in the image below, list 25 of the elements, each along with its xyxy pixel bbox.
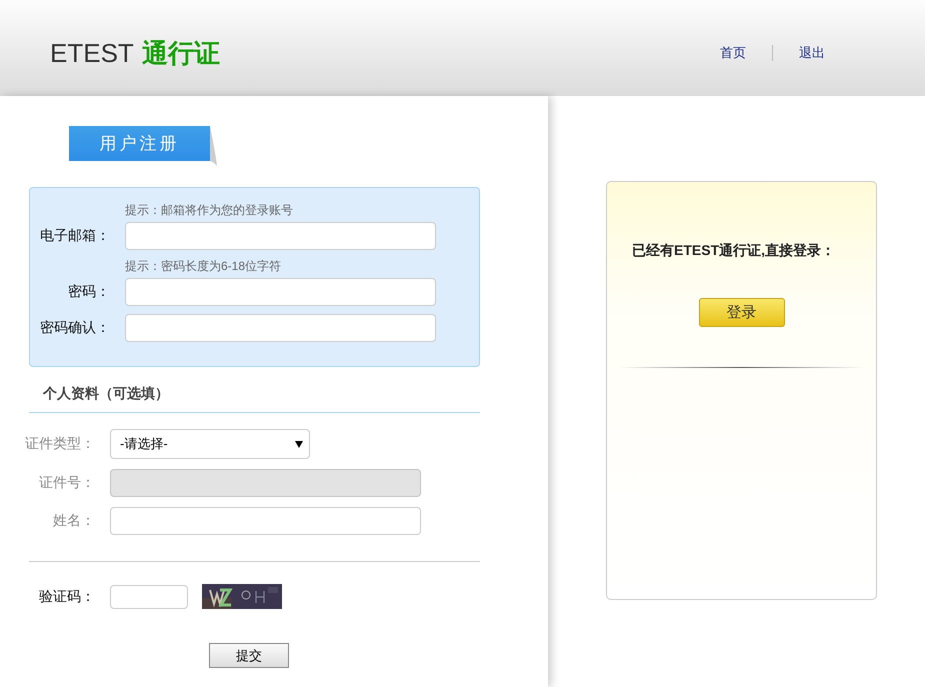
login-button[interactable]: 登录 xyxy=(698,298,784,327)
captcha-field[interactable] xyxy=(110,584,188,608)
field-label: 密码： xyxy=(67,283,110,301)
field-label: 电子邮箱： xyxy=(39,227,110,245)
nav-link[interactable]: 退出 xyxy=(799,44,825,62)
input-field[interactable] xyxy=(110,507,421,535)
field-hint: 提示：密码长度为6-18位字符 xyxy=(125,258,282,275)
field-label: 验证码： xyxy=(38,588,95,606)
login-message: 已经有ETEST通行证,直接登录： xyxy=(632,242,836,260)
logo-accent: 通行证 xyxy=(142,36,220,70)
field-hint: 提示：邮箱将作为您的登录账号 xyxy=(125,202,294,219)
tab-curl-icon xyxy=(210,126,218,166)
logo-text: ETEST xyxy=(50,38,134,68)
nav-link[interactable]: 首页 xyxy=(720,44,746,62)
dropdown-arrow-icon xyxy=(295,440,303,448)
id-type-select[interactable]: -请选择- xyxy=(110,429,310,459)
input-field[interactable] xyxy=(125,314,436,342)
field-label: 密码确认： xyxy=(39,319,110,337)
field-label: 证件类型： xyxy=(24,435,95,453)
input-field[interactable] xyxy=(125,278,436,306)
field-label: 证件号： xyxy=(38,474,95,492)
input-field[interactable] xyxy=(125,222,436,250)
field-label: 姓名： xyxy=(52,512,95,530)
section-title: 个人资料（可选填） xyxy=(43,385,170,403)
submit-button[interactable]: 提交 xyxy=(209,643,289,668)
